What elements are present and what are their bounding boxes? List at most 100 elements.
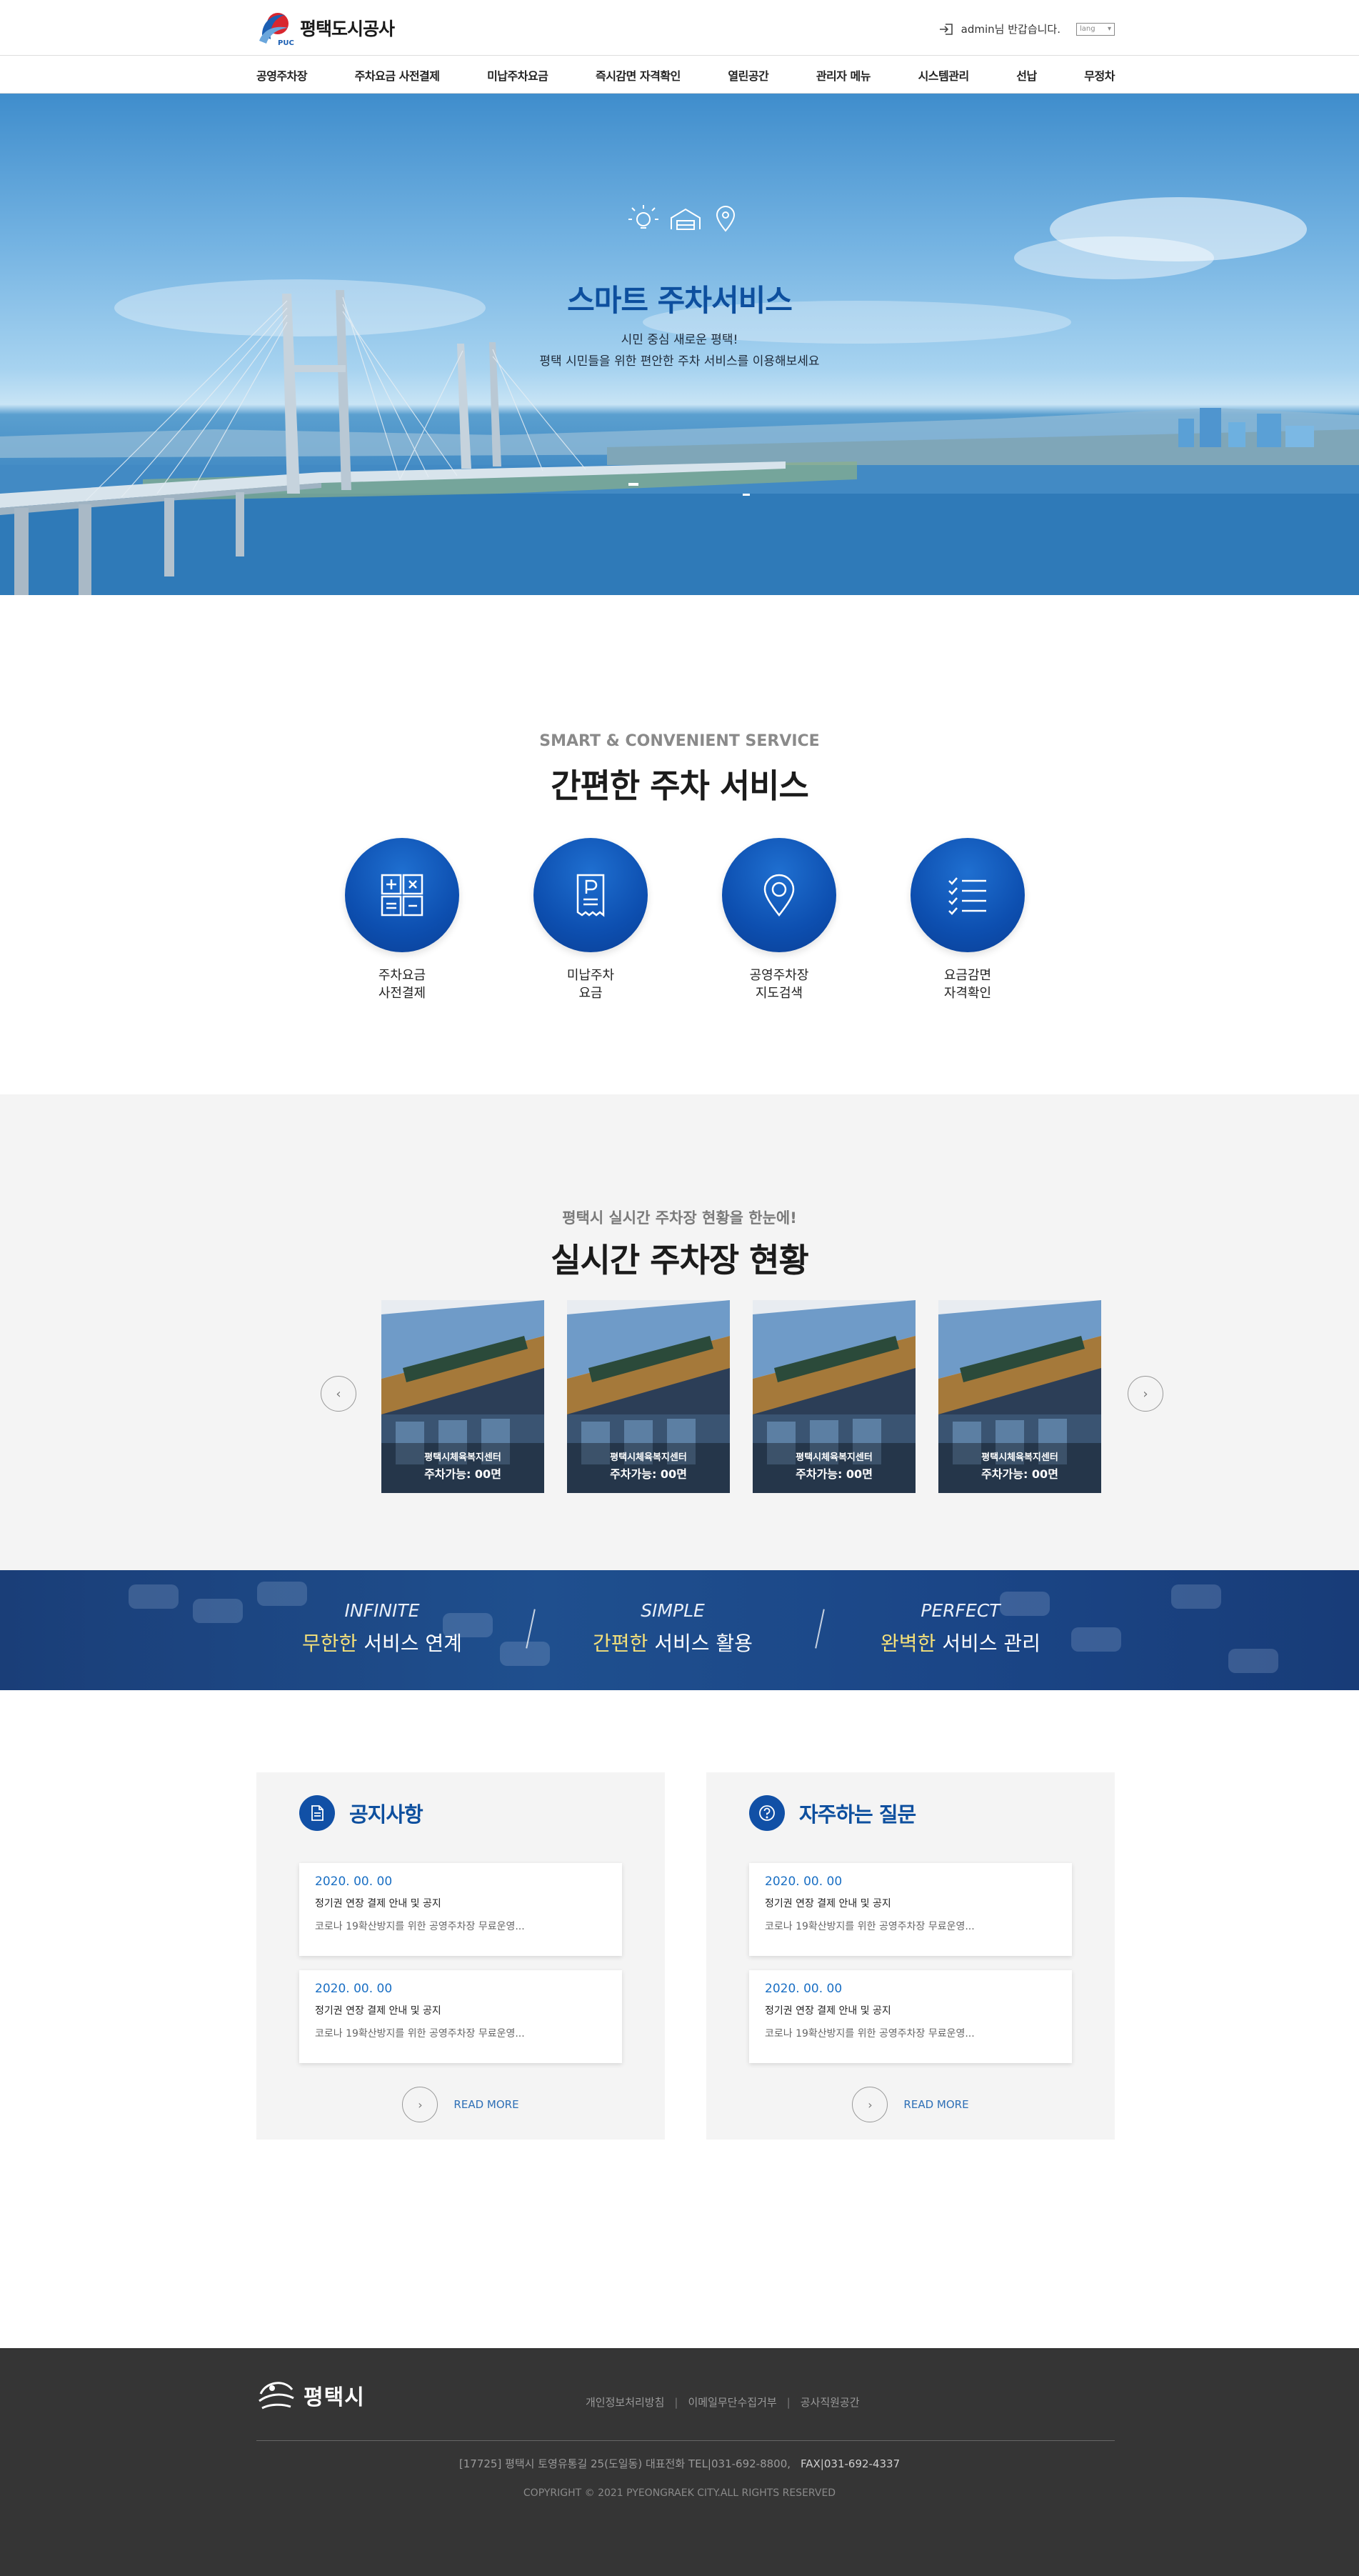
chevron-left-icon: ‹ <box>336 1386 341 1402</box>
service-unpaid-fees[interactable]: 미납주차 요금 <box>512 838 669 1002</box>
board-post[interactable]: 2020. 00. 00 정기권 연장 결제 안내 및 공지 코로나 19확산방… <box>299 1970 622 2063</box>
banner-highlight: 무한한 <box>302 1632 358 1655</box>
lightbulb-icon <box>628 205 658 229</box>
board-title[interactable]: 공지사항 <box>349 1798 423 1828</box>
post-subject: 정기권 연장 결제 안내 및 공지 <box>315 2005 441 2017</box>
nav-item-prepaid[interactable]: 선납 <box>1016 66 1037 84</box>
footer-logo-text: 평택시 <box>304 2385 365 2410</box>
puc-logo-icon: PUC <box>259 13 294 47</box>
nav-item-discount-check[interactable]: 즉시감면 자격확인 <box>596 66 681 84</box>
banner-kr-label: 간편한 서비스 활용 <box>566 1628 780 1657</box>
pyeongtaek-city-logo-icon <box>259 2382 294 2410</box>
banner-item-simple: SIMPLE 간편한 서비스 활용 <box>566 1600 780 1657</box>
realtime-eyebrow: 평택시 실시간 주차장 현황을 한눈에! <box>562 1209 797 1227</box>
parking-lot-name: 평택시체육복지센터 <box>796 1452 873 1463</box>
nav-item-system-admin[interactable]: 시스템관리 <box>918 66 970 84</box>
banner-rest: 서비스 연계 <box>357 1632 462 1655</box>
footer-link-staff[interactable]: 공사직원공간 <box>801 2395 860 2410</box>
svg-text:PUC: PUC <box>278 39 294 47</box>
carousel-prev-button[interactable]: ‹ <box>321 1376 356 1412</box>
board-post[interactable]: 2020. 00. 00 정기권 연장 결제 안내 및 공지 코로나 19확산방… <box>749 1970 1072 2063</box>
nav-item-nonstop[interactable]: 무정차 <box>1084 66 1115 84</box>
realtime-parking-section: 평택시 실시간 주차장 현황을 한눈에! 실시간 주차장 현황 ‹ › 평택시체… <box>0 1094 1359 1570</box>
post-subject: 정기권 연장 결제 안내 및 공지 <box>765 1898 891 1909</box>
parking-lot-name: 평택시체육복지센터 <box>424 1452 501 1463</box>
services-eyebrow: SMART & CONVENIENT SERVICE <box>539 732 820 750</box>
service-map-search[interactable]: 공영주차장 지도검색 <box>701 838 858 1002</box>
parking-lot-availability: 주차가능: 00면 <box>424 1467 501 1481</box>
read-more-text[interactable]: READ MORE <box>903 2098 968 2111</box>
parking-receipt-icon <box>576 874 605 917</box>
banner-en-label: INFINITE <box>344 1600 420 1621</box>
read-more-text[interactable]: READ MORE <box>453 2098 518 2111</box>
document-icon <box>299 1795 335 1831</box>
footer-link-privacy[interactable]: 개인정보처리방침 <box>586 2395 664 2410</box>
site-logo[interactable]: PUC 평택도시공사 <box>256 7 395 49</box>
service-prepayment[interactable]: 주차요금 사전결제 <box>324 838 481 1002</box>
service-label: 요금감면 자격확인 <box>943 968 992 1001</box>
post-date: 2020. 00. 00 <box>765 1874 843 1889</box>
post-date: 2020. 00. 00 <box>315 1982 393 1996</box>
chevron-down-icon: ▾ <box>1107 25 1111 33</box>
language-select[interactable]: lang ▾ <box>1076 22 1115 36</box>
nav-item-open-space[interactable]: 열린공간 <box>728 66 768 84</box>
site-footer: 평택시 개인정보처리방침 | 이메일무단수집거부 | 공사직원공간 [17725… <box>0 2348 1359 2576</box>
board-post[interactable]: 2020. 00. 00 정기권 연장 결제 안내 및 공지 코로나 19확산방… <box>299 1863 622 1956</box>
chevron-right-icon[interactable]: › <box>852 2087 888 2122</box>
nav-item-prepayment[interactable]: 주차요금 사전결제 <box>355 66 440 84</box>
parking-lot-availability: 주차가능: 00면 <box>981 1467 1058 1481</box>
chevron-right-icon: › <box>1143 1386 1148 1402</box>
post-summary: 코로나 19확산방지를 위한 공영주차장 무료운영... <box>315 1921 525 1932</box>
banner-en-label: PERFECT <box>921 1600 1001 1621</box>
board-title[interactable]: 자주하는 질문 <box>799 1798 916 1828</box>
service-label: 공영주차장 지도검색 <box>749 968 809 1001</box>
nav-item-public-parking[interactable]: 공영주차장 <box>256 66 308 84</box>
banner-kr-label: 무한한 서비스 연계 <box>275 1628 489 1657</box>
banner-en-label: SIMPLE <box>641 1600 705 1621</box>
parking-lot-card[interactable]: 평택시체육복지센터 주차가능: 00면 <box>567 1300 730 1493</box>
post-subject: 정기권 연장 결제 안내 및 공지 <box>315 1898 441 1909</box>
footer-address: [17725] 평택시 토영유통길 25(도일동) 대표전화 TEL|031-6… <box>0 2456 1359 2471</box>
footer-logo[interactable]: 평택시 <box>256 2377 365 2414</box>
banner-highlight: 완벽한 <box>881 1632 936 1655</box>
read-more-link[interactable]: › READ MORE <box>256 2087 665 2122</box>
banner-item-infinite: INFINITE 무한한 서비스 연계 <box>275 1600 489 1657</box>
banner-rest: 서비스 관리 <box>936 1632 1040 1655</box>
footer-divider <box>256 2440 1115 2441</box>
logout-icon[interactable] <box>938 23 954 36</box>
footer-link-separator: | <box>674 2395 678 2409</box>
user-area: admin님 반갑습니다. lang ▾ <box>938 21 1115 36</box>
checklist-icon <box>948 877 986 915</box>
parking-lot-name: 평택시체육복지센터 <box>610 1452 687 1463</box>
board-post[interactable]: 2020. 00. 00 정기권 연장 결제 안내 및 공지 코로나 19확산방… <box>749 1863 1072 1956</box>
chevron-right-icon[interactable]: › <box>402 2087 438 2122</box>
footer-link-email-policy[interactable]: 이메일무단수집거부 <box>688 2395 776 2410</box>
parking-lot-card[interactable]: 평택시체육복지센터 주차가능: 00면 <box>381 1300 544 1493</box>
parking-lot-card[interactable]: 평택시체육복지센터 주차가능: 00면 <box>938 1300 1101 1493</box>
service-icon-circle <box>533 838 648 952</box>
faq-board: 자주하는 질문 2020. 00. 00 정기권 연장 결제 안내 및 공지 코… <box>706 1772 1115 2140</box>
post-summary: 코로나 19확산방지를 위한 공영주차장 무료운영... <box>765 2028 975 2040</box>
footer-copyright: COPYRIGHT © 2021 PYEONGRAEK CITY.ALL RIG… <box>523 2487 836 2499</box>
site-header: PUC 평택도시공사 admin님 반갑습니다. lang ▾ <box>0 0 1359 55</box>
map-pin-icon <box>763 874 795 917</box>
parking-lot-availability: 주차가능: 00면 <box>610 1467 687 1481</box>
service-icon-circle <box>911 838 1025 952</box>
realtime-title: 실시간 주차장 현황 <box>551 1241 809 1279</box>
carousel-next-button[interactable]: › <box>1128 1376 1163 1412</box>
service-icon-circle <box>722 838 836 952</box>
read-more-link[interactable]: › READ MORE <box>706 2087 1115 2122</box>
footer-address-text: [17725] 평택시 토영유통길 25(도일동) 대표전화 TEL|031-6… <box>458 2457 791 2470</box>
service-discount-check[interactable]: 요금감면 자격확인 <box>889 838 1046 1002</box>
nav-item-unpaid-fees[interactable]: 미납주차요금 <box>487 66 548 84</box>
notice-board: 공지사항 2020. 00. 00 정기권 연장 결제 안내 및 공지 코로나 … <box>256 1772 665 2140</box>
location-pin-icon <box>716 206 736 232</box>
parking-lot-card[interactable]: 평택시체육복지센터 주차가능: 00면 <box>753 1300 916 1493</box>
banner-item-perfect: PERFECT 완벽한 서비스 관리 <box>853 1600 1068 1657</box>
nav-item-admin-menu[interactable]: 관리자 메뉴 <box>816 66 871 84</box>
language-select-value: lang <box>1080 25 1095 33</box>
hero-banner: 스마트 주차서비스 시민 중심 새로운 평택! 평택 시민들을 위한 편안한 주… <box>0 94 1359 595</box>
service-label: 미납주차 요금 <box>566 968 615 1001</box>
board-header: 자주하는 질문 <box>749 1795 916 1831</box>
question-icon <box>749 1795 785 1831</box>
